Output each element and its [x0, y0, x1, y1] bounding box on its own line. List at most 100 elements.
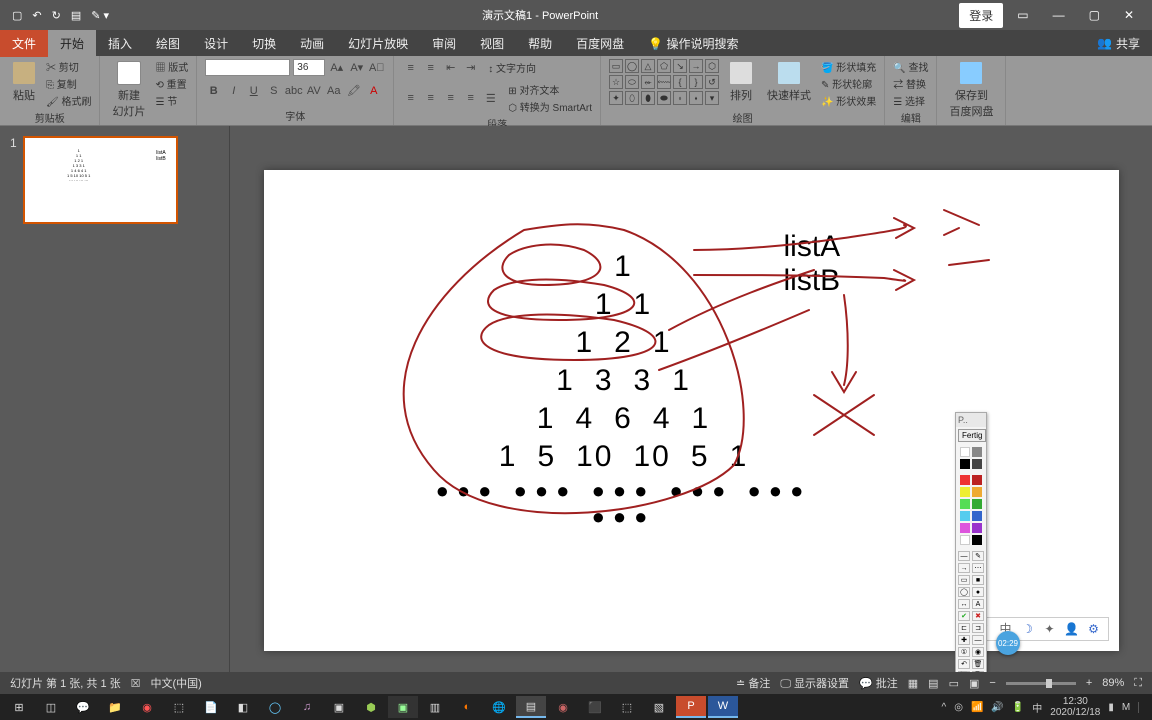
pdf-icon[interactable]: 📄 [196, 696, 226, 718]
align-left-button[interactable]: ≡ [402, 90, 419, 107]
timer-bubble[interactable]: 02:29 [996, 631, 1020, 655]
tab-file[interactable]: 文件 [0, 30, 48, 57]
tray-location-icon[interactable]: ◎ [954, 702, 963, 713]
color-gray[interactable] [972, 447, 982, 457]
app-icon-6[interactable]: ▣ [324, 696, 354, 718]
tool-cross[interactable]: ✖ [972, 611, 984, 621]
tool-arrow[interactable]: → [958, 563, 970, 573]
pycharm-icon[interactable]: ▣ [388, 696, 418, 718]
app-icon-4[interactable]: ◯ [260, 696, 290, 718]
tool-sparkle-icon[interactable]: ✦ [1042, 621, 1058, 637]
reading-view-icon[interactable]: ▭ [949, 677, 959, 690]
app-icon-11[interactable]: ◉ [548, 696, 578, 718]
increase-font-icon[interactable]: A▴ [328, 59, 345, 76]
font-color-button[interactable]: A [365, 82, 382, 99]
powerpoint-taskbar-icon[interactable]: P [676, 696, 706, 718]
tool-moon-icon[interactable]: ☽ [1020, 621, 1036, 637]
zoom-out-icon[interactable]: − [989, 677, 995, 689]
comments-button[interactable]: 💬 批注 [859, 675, 898, 691]
section-button[interactable]: ☰ 节 [155, 93, 188, 108]
app-icon-7[interactable]: ⬢ [356, 696, 386, 718]
tab-insert[interactable]: 插入 [96, 30, 144, 57]
replace-button[interactable]: ⇄ 替换 [893, 76, 928, 91]
app-icon-12[interactable]: ⬛ [580, 696, 610, 718]
tool-double-arrow[interactable]: ↔ [958, 599, 970, 609]
select-button[interactable]: ☰ 选择 [893, 93, 928, 108]
tell-me-search[interactable]: 💡 操作说明搜索 [636, 30, 750, 57]
undo-icon[interactable]: ↶ [32, 9, 41, 22]
slide[interactable]: 1 11 121 1331 14641 15101051 ●●● ●●● ●●●… [264, 170, 1119, 651]
display-settings-button[interactable]: 🖵 显示器设置 [780, 675, 849, 691]
tool-rectfill[interactable]: ■ [972, 575, 984, 585]
app-icon-5[interactable]: ♫ [292, 696, 322, 718]
spacing-button[interactable]: AV [305, 82, 322, 99]
tray-ime-icon[interactable]: 中 [1032, 700, 1042, 715]
strike-button[interactable]: S [265, 82, 282, 99]
tray-notification-icon[interactable]: ▮ [1108, 702, 1114, 713]
show-desktop[interactable] [1138, 702, 1148, 713]
underline-button[interactable]: U [245, 82, 262, 99]
touch-icon[interactable]: ✎ ▾ [91, 9, 109, 22]
tool-brace[interactable]: ⊐ [972, 623, 984, 633]
color-yellow[interactable] [960, 487, 970, 497]
find-button[interactable]: 🔍 查找 [893, 59, 928, 74]
shapes-gallery[interactable]: ▭◯△⬠↘→⬡ ☆⬭⬰⬳{}↺ ✦⬯⬮⬬⬫⬪▾ [609, 59, 719, 105]
maximize-icon[interactable]: ▢ [1079, 4, 1110, 26]
close-icon[interactable]: ✕ [1114, 4, 1144, 26]
reset-button[interactable]: ⟲ 重置 [155, 76, 188, 91]
login-button[interactable]: 登录 [959, 3, 1003, 28]
indent-dec-button[interactable]: ⇤ [442, 59, 459, 76]
tool-dash[interactable]: ⋯ [972, 563, 984, 573]
decrease-font-icon[interactable]: A▾ [348, 59, 365, 76]
tab-home[interactable]: 开始 [48, 30, 96, 57]
tab-help[interactable]: 帮助 [516, 30, 564, 57]
tool-minus[interactable]: — [972, 635, 984, 645]
save-icon[interactable]: ▢ [12, 9, 22, 22]
clock[interactable]: 12:30 2020/12/18 [1050, 696, 1100, 718]
tray-wifi-icon[interactable]: 📶 [971, 702, 983, 713]
tab-review[interactable]: 审阅 [420, 30, 468, 57]
word-taskbar-icon[interactable]: W [708, 696, 738, 718]
layout-button[interactable]: ▦ 版式 [155, 59, 188, 74]
chrome-icon[interactable]: 🌐 [484, 696, 514, 718]
bold-button[interactable]: B [205, 82, 222, 99]
indent-inc-button[interactable]: ⇥ [462, 59, 479, 76]
color-black-dot[interactable] [960, 459, 970, 469]
explorer-icon[interactable]: 📁 [100, 696, 130, 718]
justify-button[interactable]: ≡ [462, 90, 479, 107]
color-white2[interactable] [960, 535, 970, 545]
numbering-button[interactable]: ≡ [422, 59, 439, 76]
tool-delete[interactable]: 🗑 [972, 659, 984, 669]
arrange-button[interactable]: 排列 [725, 59, 757, 105]
tool-plus[interactable]: ✚ [958, 635, 970, 645]
tool-check[interactable]: ✔ [958, 611, 970, 621]
color-cyan[interactable] [960, 511, 970, 521]
fit-window-icon[interactable]: ⛶ [1134, 677, 1142, 690]
taskview-icon[interactable]: ◫ [36, 696, 66, 718]
color-blue[interactable] [972, 511, 982, 521]
copy-button[interactable]: ⎘ 复制 [46, 76, 91, 91]
zoom-in-icon[interactable]: + [1086, 677, 1092, 689]
zoom-level[interactable]: 89% [1102, 677, 1124, 689]
app-icon-1[interactable]: ◉ [132, 696, 162, 718]
bullets-button[interactable]: ≡ [402, 59, 419, 76]
new-slide-button[interactable]: 新建 幻灯片 [108, 59, 149, 121]
clear-format-icon[interactable]: A⃠ [368, 59, 385, 76]
accessibility-icon[interactable]: ☒ [131, 677, 141, 690]
tool-number[interactable]: ① [958, 647, 970, 657]
color-green[interactable] [960, 499, 970, 509]
slide-thumbnail-1[interactable]: 11 11 2 11 3 3 11 4 6 4 11 5 10 10 5 1··… [23, 136, 178, 224]
save-baidu-button[interactable]: 保存到 百度网盘 [945, 59, 997, 121]
align-right-button[interactable]: ≡ [442, 90, 459, 107]
shape-fill-button[interactable]: 🪣 形状填充 [821, 59, 876, 74]
slideshow-view-icon[interactable]: ▣ [969, 677, 979, 690]
shape-effects-button[interactable]: ✨ 形状效果 [821, 93, 876, 108]
language-indicator[interactable]: 中文(中国) [151, 675, 202, 691]
tab-design[interactable]: 设计 [192, 30, 240, 57]
smartart-button[interactable]: ⬡ 转换为 SmartArt [508, 99, 592, 114]
tool-undo[interactable]: ↶ [958, 659, 970, 669]
tab-transitions[interactable]: 切换 [240, 30, 288, 57]
tool-ellipse[interactable]: ◯ [958, 587, 970, 597]
tab-view[interactable]: 视图 [468, 30, 516, 57]
palette-done-button[interactable]: Fertig [958, 429, 986, 442]
